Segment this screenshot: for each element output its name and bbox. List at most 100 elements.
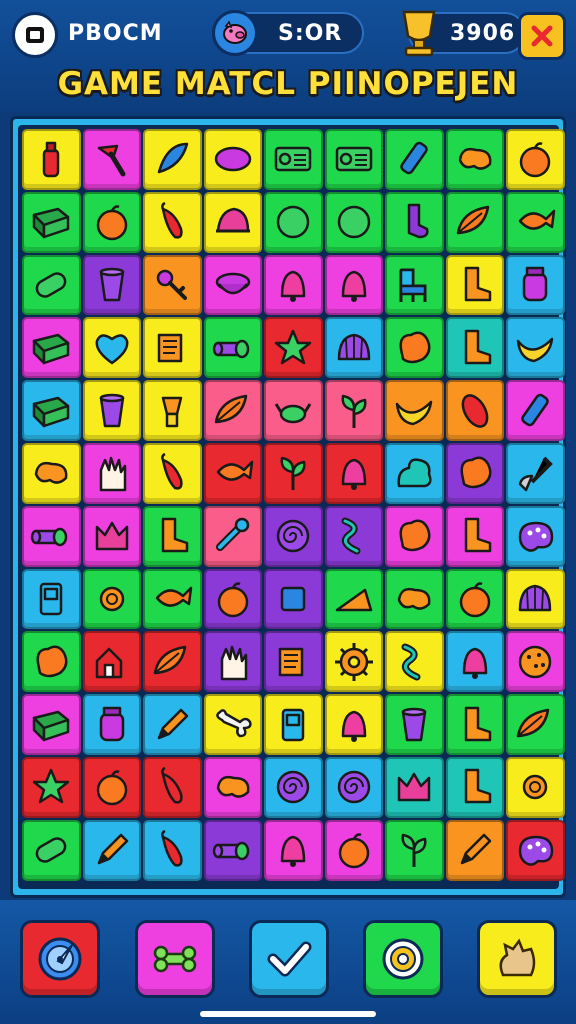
tile-fish[interactable] xyxy=(203,443,262,504)
tile-apple[interactable] xyxy=(82,757,141,818)
tile-bean[interactable] xyxy=(203,757,262,818)
tile-book[interactable] xyxy=(22,380,81,441)
tile-lamp[interactable] xyxy=(143,380,202,441)
tile-bean[interactable] xyxy=(22,443,81,504)
tile-crab[interactable] xyxy=(264,380,323,441)
tile-banana[interactable] xyxy=(506,317,565,379)
tile-scroll[interactable] xyxy=(264,631,323,693)
tile-bean[interactable] xyxy=(385,568,444,630)
tile-phone[interactable] xyxy=(22,568,81,630)
tile-bell[interactable] xyxy=(324,694,383,755)
tile-house[interactable] xyxy=(82,631,141,693)
tile-fish[interactable] xyxy=(506,191,565,253)
tile-spiral[interactable] xyxy=(324,757,383,818)
tile-jar[interactable] xyxy=(82,694,141,755)
tile-boot[interactable] xyxy=(445,757,504,818)
tile-leaf[interactable] xyxy=(143,631,202,693)
tile-star[interactable] xyxy=(22,757,81,818)
tile-apple[interactable] xyxy=(445,568,504,630)
tile-pencil[interactable] xyxy=(445,819,504,881)
tile-blob[interactable] xyxy=(445,443,504,504)
tile-coin[interactable] xyxy=(506,757,565,818)
tile-leaf[interactable] xyxy=(203,380,262,441)
tile-bell[interactable] xyxy=(264,819,323,881)
tile-roll[interactable] xyxy=(203,819,262,881)
tile-pencil[interactable] xyxy=(82,819,141,881)
tile-sprout[interactable] xyxy=(385,819,444,881)
tile-sprout[interactable] xyxy=(264,443,323,504)
tile-pepper[interactable] xyxy=(143,443,202,504)
tile-bean[interactable] xyxy=(445,129,504,190)
tile-cup[interactable] xyxy=(385,694,444,755)
tile-heart[interactable] xyxy=(82,317,141,379)
tile-bell[interactable] xyxy=(264,254,323,316)
close-button[interactable] xyxy=(518,12,566,60)
tile-tube[interactable] xyxy=(385,129,444,190)
tile-leaf[interactable] xyxy=(445,191,504,253)
tile-palette[interactable] xyxy=(506,505,565,567)
booster-check-button[interactable] xyxy=(249,920,329,998)
tile-blob[interactable] xyxy=(385,505,444,567)
tile-hat[interactable] xyxy=(203,191,262,253)
tile-crown[interactable] xyxy=(385,757,444,818)
tile-book[interactable] xyxy=(22,694,81,755)
tile-boot[interactable] xyxy=(445,254,504,316)
tile-banana[interactable] xyxy=(385,380,444,441)
tile-roll[interactable] xyxy=(22,505,81,567)
tile-apple[interactable] xyxy=(82,191,141,253)
booster-bag-button[interactable] xyxy=(477,920,557,998)
booster-donut-button[interactable] xyxy=(363,920,443,998)
tile-oval[interactable] xyxy=(203,129,262,190)
tile-ball[interactable] xyxy=(264,191,323,253)
tile-bottle[interactable] xyxy=(22,129,81,190)
tile-blob[interactable] xyxy=(22,631,81,693)
tile-book[interactable] xyxy=(22,317,81,379)
tile-shell[interactable] xyxy=(324,317,383,379)
tile-bell[interactable] xyxy=(324,254,383,316)
tile-roll[interactable] xyxy=(203,317,262,379)
tile-capsule[interactable] xyxy=(22,254,81,316)
tile-boot[interactable] xyxy=(143,505,202,567)
tile-axe[interactable] xyxy=(82,129,141,190)
tile-bowl[interactable] xyxy=(203,254,262,316)
tile-wave[interactable] xyxy=(324,505,383,567)
tile-wrench[interactable] xyxy=(203,505,262,567)
tile-shovel[interactable] xyxy=(506,443,565,504)
tile-fish[interactable] xyxy=(143,568,202,630)
tile-book[interactable] xyxy=(22,191,81,253)
tile-pepper[interactable] xyxy=(143,757,202,818)
tile-feather[interactable] xyxy=(143,129,202,190)
tile-cup[interactable] xyxy=(82,254,141,316)
booster-compass-button[interactable] xyxy=(20,920,100,998)
tile-scroll[interactable] xyxy=(143,317,202,379)
tile-pepper[interactable] xyxy=(143,191,202,253)
tile-shell[interactable] xyxy=(506,568,565,630)
tile-hand[interactable] xyxy=(203,631,262,693)
tile-gear[interactable] xyxy=(324,631,383,693)
tile-boot[interactable] xyxy=(445,505,504,567)
tile-key[interactable] xyxy=(143,254,202,316)
tile-spiral[interactable] xyxy=(264,757,323,818)
tile-pepper[interactable] xyxy=(143,819,202,881)
tile-apple[interactable] xyxy=(506,129,565,190)
tile-radio[interactable] xyxy=(264,129,323,190)
tile-boot[interactable] xyxy=(445,694,504,755)
tile-corn[interactable] xyxy=(445,380,504,441)
tile-boot[interactable] xyxy=(445,317,504,379)
tile-bell[interactable] xyxy=(445,631,504,693)
tile-pencil[interactable] xyxy=(143,694,202,755)
tile-bush[interactable] xyxy=(385,443,444,504)
tile-chair[interactable] xyxy=(385,254,444,316)
menu-button[interactable] xyxy=(12,12,58,58)
tile-capsule[interactable] xyxy=(22,819,81,881)
booster-bone-button[interactable] xyxy=(135,920,215,998)
tile-spiral[interactable] xyxy=(264,505,323,567)
tile-cup[interactable] xyxy=(82,380,141,441)
tile-crown[interactable] xyxy=(82,505,141,567)
tile-leaf[interactable] xyxy=(506,694,565,755)
tile-wave[interactable] xyxy=(385,631,444,693)
tile-apple[interactable] xyxy=(324,819,383,881)
tile-sock[interactable] xyxy=(385,191,444,253)
tile-apple[interactable] xyxy=(203,568,262,630)
tile-bell[interactable] xyxy=(324,443,383,504)
